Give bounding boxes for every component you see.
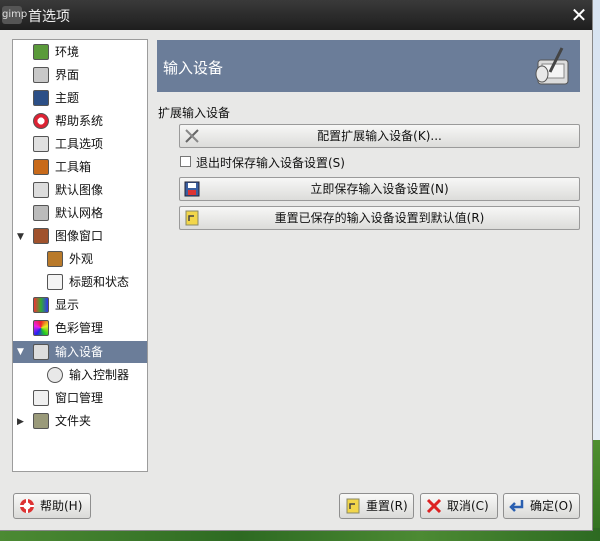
gimp-app-icon[interactable]: gimp <box>2 6 27 24</box>
help-button[interactable]: 帮助(H) <box>13 493 91 519</box>
reset-button[interactable]: 重置(R) <box>339 493 414 519</box>
sidebar-item-tool-options[interactable]: 工具选项 <box>17 133 145 155</box>
save-on-exit-checkbox[interactable] <box>180 156 191 167</box>
reset-input-device-settings-button[interactable]: 重置已保存的输入设备设置到默认值(R) <box>179 206 580 230</box>
close-icon[interactable]: ✕ <box>568 4 590 26</box>
help-system-icon <box>33 113 49 129</box>
sidebar-item-label: 色彩管理 <box>55 321 104 335</box>
appearance-icon <box>47 251 63 267</box>
sidebar-item-label: 窗口管理 <box>55 391 104 405</box>
image-window-icon <box>33 228 49 244</box>
sidebar-item-default-image[interactable]: 默认图像 <box>17 179 145 201</box>
sidebar-item-label: 界面 <box>55 68 80 82</box>
enter-arrow-icon <box>509 500 524 512</box>
save-on-exit-label: 退出时保存输入设备设置(S) <box>196 156 345 170</box>
sidebar-item-theme[interactable]: 主题 <box>17 87 145 109</box>
sidebar-item-color-management[interactable]: 色彩管理 <box>17 317 145 339</box>
wrench-screwdriver-icon <box>185 129 199 143</box>
input-devices-header-icon <box>535 47 569 85</box>
sidebar-item-label: 工具箱 <box>55 160 92 174</box>
preferences-dialog: gimp 首选项 ✕ 环境 界面 主题 帮助系统 工具选项 工具箱 默认图像 默… <box>0 0 593 531</box>
cancel-x-icon <box>426 498 442 514</box>
sidebar-item-toolbox[interactable]: 工具箱 <box>17 156 145 178</box>
sidebar-item-label: 外观 <box>69 252 94 266</box>
save-input-device-settings-now-button[interactable]: 立即保存输入设备设置(N) <box>179 177 580 201</box>
help-button-label: 帮助(H) <box>40 499 83 513</box>
sidebar-item-image-window[interactable]: 图像窗口 <box>17 225 145 247</box>
ok-button-label: 确定(O) <box>530 499 573 513</box>
sidebar-item-input-controllers[interactable]: 输入控制器 <box>17 364 145 386</box>
sidebar-item-title-status[interactable]: 标题和状态 <box>17 271 145 293</box>
reset-icon <box>185 210 199 226</box>
sidebar-item-display[interactable]: 显示 <box>17 294 145 316</box>
window-title: 首选项 <box>28 9 70 25</box>
color-management-icon <box>33 320 49 336</box>
save-icon <box>184 181 200 197</box>
interface-icon <box>33 67 49 83</box>
lifebuoy-icon <box>20 499 34 513</box>
default-grid-icon <box>33 205 49 221</box>
sidebar-item-folders[interactable]: 文件夹 <box>17 410 145 432</box>
cancel-button[interactable]: 取消(C) <box>420 493 498 519</box>
default-image-icon <box>33 182 49 198</box>
sidebar-item-environment[interactable]: 环境 <box>17 41 145 63</box>
sidebar-item-label: 图像窗口 <box>55 229 104 243</box>
sidebar-item-label: 输入设备 <box>55 345 104 359</box>
sidebar-item-label: 显示 <box>55 298 80 312</box>
title-status-icon <box>47 274 63 290</box>
sidebar-item-default-grid[interactable]: 默认网格 <box>17 202 145 224</box>
input-controllers-icon <box>47 367 63 383</box>
sidebar-item-label: 默认图像 <box>55 183 104 197</box>
expand-input-devices-icon[interactable]: ▼ <box>17 347 27 357</box>
tool-options-icon <box>33 136 49 152</box>
configure-button-label: 配置扩展输入设备(K)... <box>317 129 442 143</box>
save-now-button-label: 立即保存输入设备设置(N) <box>310 182 449 196</box>
theme-icon <box>33 90 49 106</box>
environment-icon <box>33 44 49 60</box>
section-extended-input-devices: 扩展输入设备 <box>158 106 231 120</box>
sidebar-item-label: 输入控制器 <box>69 368 130 382</box>
configure-extended-input-devices-button[interactable]: 配置扩展输入设备(K)... <box>179 124 580 148</box>
sidebar-item-label: 默认网格 <box>55 206 104 220</box>
title-bar[interactable]: gimp 首选项 ✕ <box>0 0 592 30</box>
cancel-button-label: 取消(C) <box>447 499 489 513</box>
page-title: 输入设备 <box>163 59 224 77</box>
sidebar-item-label: 帮助系统 <box>55 114 104 128</box>
sidebar-item-input-devices[interactable]: ▼ 输入设备 <box>13 341 147 363</box>
sidebar-item-appearance[interactable]: 外观 <box>17 248 145 270</box>
sidebar-item-label: 标题和状态 <box>69 275 130 289</box>
folders-icon <box>33 413 49 429</box>
reset-icon <box>346 498 360 514</box>
sidebar-item-window-management[interactable]: 窗口管理 <box>17 387 145 409</box>
toolbox-icon <box>33 159 49 175</box>
sidebar-item-interface[interactable]: 界面 <box>17 64 145 86</box>
sidebar-item-help-system[interactable]: 帮助系统 <box>17 110 145 132</box>
sidebar-item-label: 环境 <box>55 45 80 59</box>
sidebar-item-label: 文件夹 <box>55 414 92 428</box>
window-management-icon <box>33 390 49 406</box>
input-devices-icon <box>33 344 49 360</box>
page-header: 输入设备 <box>157 40 580 92</box>
sidebar-item-label: 主题 <box>55 91 80 105</box>
ok-button[interactable]: 确定(O) <box>503 493 580 519</box>
reset-button-label: 重置(R) <box>366 499 408 513</box>
reset-to-default-button-label: 重置已保存的输入设备设置到默认值(R) <box>274 211 485 225</box>
preferences-nav-tree[interactable]: 环境 界面 主题 帮助系统 工具选项 工具箱 默认图像 默认网格 ▼ 图像窗口 … <box>12 39 148 472</box>
sidebar-item-label: 工具选项 <box>55 137 104 151</box>
display-icon <box>33 297 49 313</box>
